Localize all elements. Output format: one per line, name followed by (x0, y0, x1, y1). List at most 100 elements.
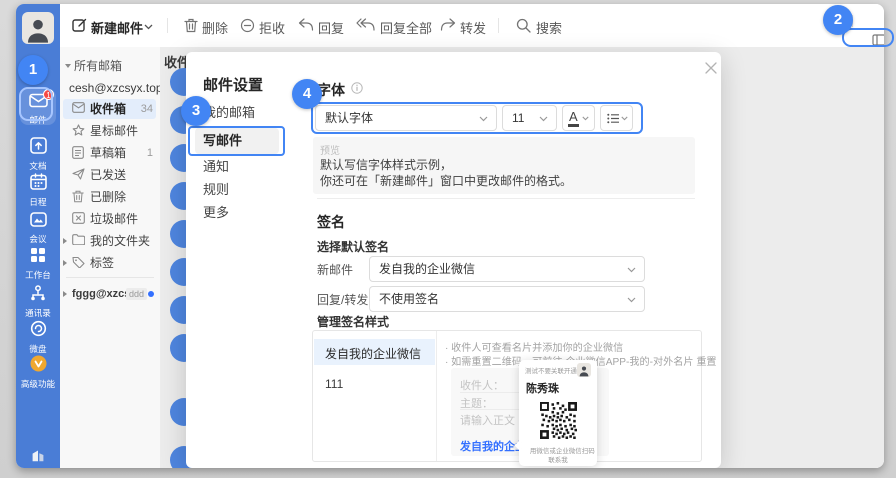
to-field-label: 收件人： (460, 377, 504, 393)
compose-icon (72, 18, 87, 38)
user-avatar[interactable] (22, 12, 54, 44)
account2-tag: ddd (126, 288, 147, 300)
unread-dot (148, 291, 154, 297)
manage-signature-label: 管理签名样式 (317, 313, 389, 330)
annotation-box-4 (311, 102, 643, 134)
folder-panel: 所有邮箱 cesh@xzcsyx.top 收件箱 34 星标邮件 草稿箱 1 (60, 47, 161, 468)
drive-icon (30, 320, 47, 337)
sidebar-item-docs[interactable]: 文档 (16, 137, 60, 171)
reply-forward-label: 回复/转发 (317, 291, 368, 308)
font-preview-box: 预览 默认写信字体样式示例， 你还可在「新建邮件」窗口中更改邮件的格式。 (313, 137, 695, 194)
body-placeholder: 请输入正文 (460, 412, 515, 428)
folder-label: 垃圾邮件 (90, 210, 138, 228)
folder-divider (66, 277, 154, 278)
section-divider (317, 198, 695, 199)
settings-menu-notify[interactable]: 通知 (203, 156, 283, 178)
wecom-card-popup: 测试不要关联开通知 陈秀珠 (519, 360, 597, 466)
sidebar-item-workbench[interactable]: 工作台 (16, 247, 60, 280)
trash-icon (72, 190, 84, 203)
reply-all-icon (356, 18, 375, 37)
compose-button[interactable]: 新建邮件 (91, 18, 143, 37)
folder-label: 已删除 (90, 188, 126, 206)
sidebar-item-label: 日程 (17, 197, 59, 207)
sidebar-item-drive[interactable]: 微盘 (16, 320, 60, 354)
dialog-close-icon[interactable] (705, 62, 717, 74)
reply-signature-value: 不使用签名 (379, 287, 439, 311)
sidebar-item-label: 工作台 (17, 270, 59, 280)
folder-item-myfolders[interactable]: 我的文件夹 (60, 232, 160, 250)
person-photo-icon (22, 12, 54, 44)
draft-icon (72, 146, 84, 159)
new-mail-signature-value: 发自我的企业微信 (379, 257, 475, 281)
caret-right-icon (63, 238, 67, 244)
folder-item-deleted[interactable]: 已删除 (60, 188, 160, 206)
annotation-box-3 (188, 126, 285, 156)
search-button[interactable]: 搜索 (536, 18, 562, 37)
folder-item-drafts[interactable]: 草稿箱 1 (60, 144, 160, 162)
chevron-down-icon (627, 297, 636, 303)
delete-icon (184, 18, 198, 38)
folder-count: 34 (141, 100, 153, 118)
folder-item-sent[interactable]: 已发送 (60, 166, 160, 184)
desktop: 1 邮件 文档 日程 会议 工作台 通讯录 (0, 0, 896, 478)
sidebar-item-meeting[interactable]: 会议 (16, 212, 60, 244)
signature-item[interactable]: 发自我的企业微信 (325, 345, 421, 362)
folder-label: 已发送 (90, 166, 126, 184)
annotation-badge-2: 2 (823, 5, 853, 35)
preview-line1: 默认写信字体样式示例， (320, 156, 452, 173)
signature-item[interactable]: 111 (325, 377, 343, 391)
reply-signature-select[interactable]: 不使用签名 (369, 286, 645, 312)
settings-menu-rules[interactable]: 规则 (203, 179, 283, 201)
reject-button[interactable]: 拒收 (259, 18, 285, 37)
search-icon (516, 18, 531, 38)
docs-icon (30, 137, 47, 154)
junk-icon (72, 212, 85, 224)
sent-icon (72, 168, 85, 180)
folder-count: 1 (147, 144, 153, 162)
reply-button[interactable]: 回复 (318, 18, 344, 37)
tag-icon (72, 256, 85, 268)
advanced-features-icon (30, 355, 47, 372)
folder-item-starred[interactable]: 星标邮件 (60, 122, 160, 140)
star-icon (72, 124, 85, 137)
card-avatar (577, 363, 591, 377)
caret-right-icon (63, 291, 67, 297)
chevron-down-icon[interactable] (144, 24, 153, 30)
calendar-icon (30, 173, 47, 190)
account2-row[interactable]: fggg@xzcs... ddd (60, 285, 160, 303)
toolbar-divider (498, 18, 499, 33)
folder-group-all[interactable]: 所有邮箱 (60, 57, 160, 75)
account-label: cesh@xzcsyx.top (69, 79, 163, 97)
contacts-icon (29, 285, 47, 301)
reply-icon (298, 18, 314, 37)
folder-group-label: 所有邮箱 (74, 57, 122, 75)
annotation-box-2 (842, 28, 894, 47)
organization-icon[interactable] (29, 446, 47, 468)
chevron-down-icon (627, 267, 636, 273)
sidebar-item-calendar[interactable]: 日程 (16, 173, 60, 207)
folder-label: 收件箱 (90, 100, 126, 118)
qr-code (540, 402, 577, 439)
settings-menu-my-mailbox[interactable]: 我的邮箱 (203, 102, 283, 124)
new-mail-signature-select[interactable]: 发自我的企业微信 (369, 256, 645, 282)
folder-label: 标签 (90, 254, 114, 272)
card-scan-text-1: 用微信或企业微信扫码 (530, 446, 586, 455)
folder-item-junk[interactable]: 垃圾邮件 (60, 210, 160, 228)
settings-menu-more[interactable]: 更多 (203, 202, 283, 224)
delete-button[interactable]: 删除 (202, 18, 228, 37)
account-row[interactable]: cesh@xzcsyx.top (60, 79, 160, 97)
annotation-box-1 (19, 87, 53, 121)
signature-section-heading: 签名 (317, 212, 345, 232)
sidebar-item-advanced[interactable]: 高级功能 (16, 355, 60, 389)
folder-item-inbox[interactable]: 收件箱 34 (60, 100, 160, 118)
folder-item-tags[interactable]: 标签 (60, 254, 160, 272)
app-window: 1 邮件 文档 日程 会议 工作台 通讯录 (16, 4, 884, 468)
sidebar-item-contacts[interactable]: 通讯录 (16, 285, 60, 318)
reply-all-button[interactable]: 回复全部 (380, 18, 432, 37)
info-icon[interactable] (351, 82, 363, 94)
forward-button[interactable]: 转发 (460, 18, 486, 37)
workbench-icon (30, 247, 46, 263)
folder-icon (72, 234, 85, 245)
folder-label: 星标邮件 (90, 122, 138, 140)
folder-label: 我的文件夹 (90, 232, 150, 250)
